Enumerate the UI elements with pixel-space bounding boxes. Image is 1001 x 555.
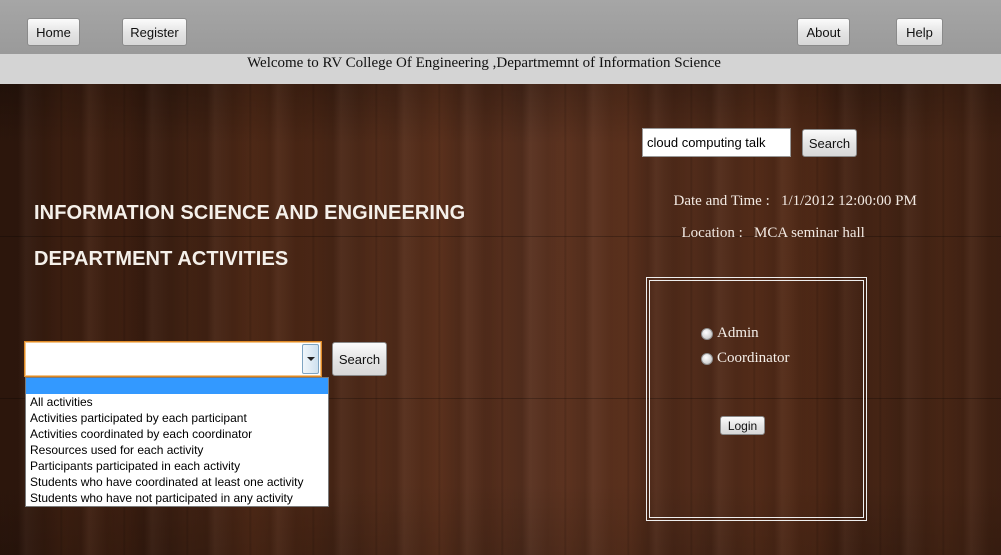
coordinator-radio[interactable] bbox=[701, 352, 713, 365]
login-button[interactable]: Login bbox=[720, 416, 765, 435]
activity-search-button[interactable]: Search bbox=[332, 342, 387, 376]
activity-option-blank[interactable] bbox=[26, 378, 328, 394]
activity-option[interactable]: Students who have coordinated at least o… bbox=[26, 474, 328, 490]
activity-option[interactable]: Activities coordinated by each coordinat… bbox=[26, 426, 328, 442]
date-time-value: 1/1/2012 12:00:00 PM bbox=[781, 193, 917, 209]
activity-options-list: All activities Activities participated b… bbox=[25, 377, 329, 507]
welcome-message: Welcome to RV College Of Engineering ,De… bbox=[247, 55, 721, 71]
activity-option[interactable]: Resources used for each activity bbox=[26, 442, 328, 458]
location-label: Location : bbox=[681, 225, 743, 241]
admin-radio[interactable] bbox=[701, 327, 713, 340]
help-button[interactable]: Help bbox=[896, 18, 943, 46]
page-title-line2: DEPARTMENT ACTIVITIES bbox=[34, 248, 289, 270]
date-time-row: Date and Time : 1/1/2012 12:00:00 PM bbox=[666, 176, 917, 210]
coordinator-radio-label: Coordinator bbox=[717, 350, 790, 366]
register-button[interactable]: Register bbox=[122, 18, 187, 46]
activity-select[interactable] bbox=[24, 341, 322, 377]
event-search-input[interactable] bbox=[642, 128, 791, 157]
location-value: MCA seminar hall bbox=[753, 225, 865, 241]
activity-option[interactable]: Students who have not participated in an… bbox=[26, 490, 328, 506]
date-time-label: Date and Time : bbox=[673, 193, 770, 209]
chevron-down-icon[interactable] bbox=[302, 344, 319, 374]
location-row: Location : MCA seminar hall bbox=[674, 208, 865, 242]
about-button[interactable]: About bbox=[797, 18, 850, 46]
activity-option[interactable]: Participants participated in each activi… bbox=[26, 458, 328, 474]
admin-radio-label: Admin bbox=[717, 325, 759, 341]
admin-radio-row[interactable]: Admin bbox=[701, 325, 759, 342]
coordinator-radio-row[interactable]: Coordinator bbox=[701, 350, 790, 367]
page-title-line1: INFORMATION SCIENCE AND ENGINEERING bbox=[34, 202, 466, 224]
home-button[interactable]: Home bbox=[27, 18, 80, 46]
activity-option[interactable]: All activities bbox=[26, 394, 328, 410]
activity-option[interactable]: Activities participated by each particip… bbox=[26, 410, 328, 426]
event-search-button[interactable]: Search bbox=[802, 129, 857, 157]
login-panel bbox=[646, 277, 867, 521]
